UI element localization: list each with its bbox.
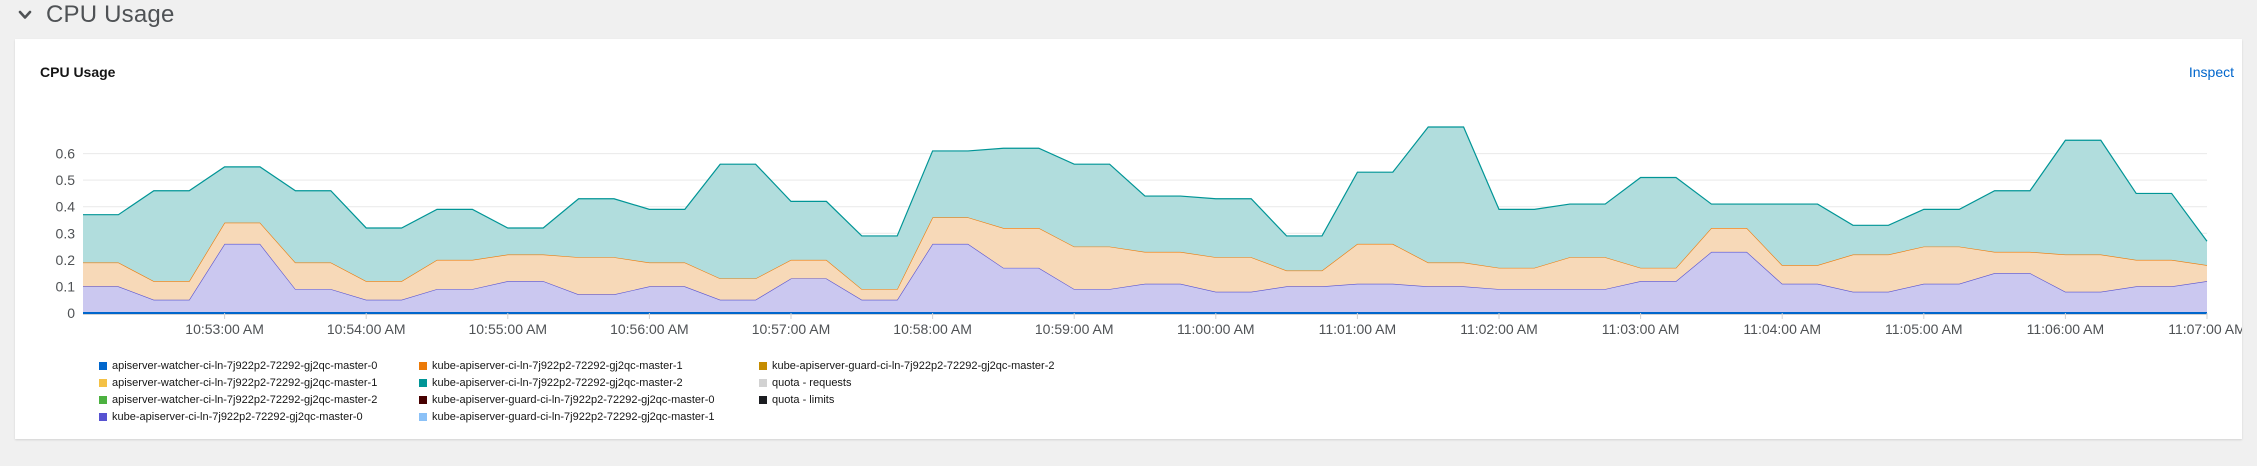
legend-swatch (419, 378, 427, 387)
legend-label: apiserver-watcher-ci-ln-7j922p2-72292-gj… (112, 359, 378, 372)
legend-item[interactable]: kube-apiserver-ci-ln-7j922p2-72292-gj2qc… (99, 408, 419, 425)
y-tick-label: 0 (67, 305, 75, 321)
x-tick-label: 11:02:00 AM (1460, 321, 1538, 337)
x-tick-label: 11:00:00 AM (1177, 321, 1255, 337)
legend-label: kube-apiserver-guard-ci-ln-7j922p2-72292… (772, 359, 1055, 372)
legend-swatch (99, 395, 107, 404)
legend-label: apiserver-watcher-ci-ln-7j922p2-72292-gj… (112, 376, 378, 389)
x-tick-label: 10:56:00 AM (610, 321, 689, 337)
legend-item[interactable]: kube-apiserver-guard-ci-ln-7j922p2-72292… (759, 357, 1079, 374)
x-tick-label: 10:57:00 AM (752, 321, 831, 337)
legend-item[interactable]: kube-apiserver-ci-ln-7j922p2-72292-gj2qc… (419, 374, 759, 391)
legend-item[interactable]: kube-apiserver-guard-ci-ln-7j922p2-72292… (419, 408, 759, 425)
x-tick-label: 11:06:00 AM (2027, 321, 2105, 337)
legend-swatch (759, 395, 767, 404)
legend-item[interactable]: apiserver-watcher-ci-ln-7j922p2-72292-gj… (99, 391, 419, 408)
x-tick-label: 10:58:00 AM (893, 321, 972, 337)
legend-swatch (759, 361, 767, 370)
x-tick-label: 10:54:00 AM (327, 321, 406, 337)
legend-swatch (419, 395, 427, 404)
x-tick-label: 11:03:00 AM (1602, 321, 1680, 337)
legend-label: kube-apiserver-guard-ci-ln-7j922p2-72292… (432, 393, 715, 406)
x-tick-label: 10:59:00 AM (1035, 321, 1114, 337)
legend-swatch (419, 412, 427, 421)
legend-swatch (99, 361, 107, 370)
section-title: CPU Usage (46, 1, 175, 28)
legend-item[interactable]: apiserver-watcher-ci-ln-7j922p2-72292-gj… (99, 357, 419, 374)
legend-swatch (99, 378, 107, 387)
legend-swatch (99, 412, 107, 421)
legend-label: quota - requests (772, 376, 852, 389)
legend-swatch (419, 361, 427, 370)
chevron-down-icon[interactable] (18, 8, 32, 22)
legend-item[interactable]: quota - requests (759, 374, 1079, 391)
x-tick-label: 11:07:00 AM (2168, 321, 2242, 337)
legend-label: kube-apiserver-ci-ln-7j922p2-72292-gj2qc… (432, 359, 683, 372)
x-tick-label: 11:05:00 AM (1885, 321, 1963, 337)
inspect-link[interactable]: Inspect (2189, 64, 2234, 80)
legend-swatch (759, 378, 767, 387)
legend-item[interactable]: kube-apiserver-guard-ci-ln-7j922p2-72292… (419, 391, 759, 408)
legend-item[interactable]: kube-apiserver-ci-ln-7j922p2-72292-gj2qc… (419, 357, 759, 374)
legend-label: kube-apiserver-ci-ln-7j922p2-72292-gj2qc… (432, 376, 683, 389)
card-title: CPU Usage (40, 64, 116, 80)
y-tick-label: 0.3 (56, 225, 76, 241)
x-tick-label: 10:55:00 AM (468, 321, 547, 337)
legend-label: kube-apiserver-guard-ci-ln-7j922p2-72292… (432, 410, 715, 423)
legend-item[interactable]: apiserver-watcher-ci-ln-7j922p2-72292-gj… (99, 374, 419, 391)
x-tick-label: 11:01:00 AM (1319, 321, 1397, 337)
x-tick-label: 10:53:00 AM (185, 321, 264, 337)
y-tick-label: 0.1 (56, 278, 76, 294)
legend-item[interactable]: quota - limits (759, 391, 1079, 408)
cpu-usage-card: 0 0.1 0.2 0.3 0.4 0.5 0.6 10:53:00 AM 10:54:00 A… (15, 39, 2242, 439)
x-tick-label: 11:04:00 AM (1743, 321, 1821, 337)
y-tick-label: 0.4 (56, 199, 76, 215)
chart-legend: apiserver-watcher-ci-ln-7j922p2-72292-gj… (99, 357, 1079, 425)
legend-label: quota - limits (772, 393, 835, 406)
y-tick-label: 0.5 (56, 172, 76, 188)
legend-label: apiserver-watcher-ci-ln-7j922p2-72292-gj… (112, 393, 378, 406)
y-tick-label: 0.6 (56, 146, 76, 162)
section-header[interactable]: CPU Usage (18, 0, 175, 30)
legend-label: kube-apiserver-ci-ln-7j922p2-72292-gj2qc… (112, 410, 363, 423)
y-tick-label: 0.2 (56, 252, 76, 268)
